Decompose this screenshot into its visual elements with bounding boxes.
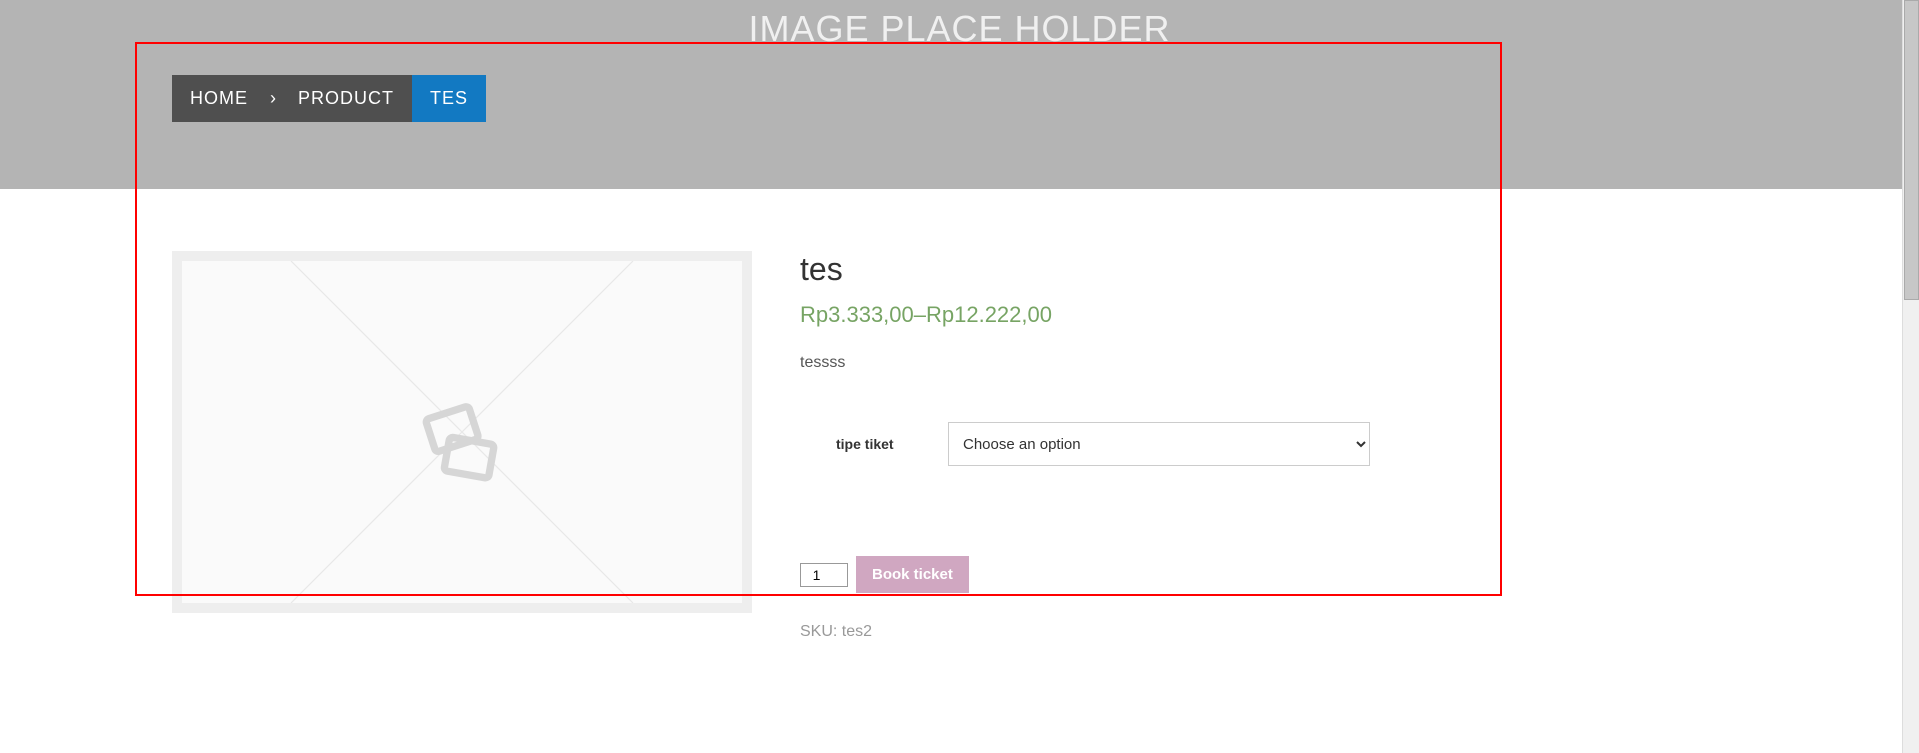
hero-banner: IMAGE PLACE HOLDER HOME › PRODUCT TES — [0, 0, 1919, 189]
hero-title: IMAGE PLACE HOLDER — [0, 0, 1919, 50]
product-image-column — [172, 251, 752, 753]
product-image-placeholder[interactable] — [172, 251, 752, 613]
quantity-stepper[interactable] — [800, 563, 848, 587]
chevron-right-icon: › — [266, 75, 280, 122]
breadcrumb-product[interactable]: PRODUCT — [280, 75, 412, 122]
book-ticket-button[interactable]: Book ticket — [856, 556, 969, 593]
placeholder-icon — [182, 261, 742, 603]
variation-row: tipe tiket Choose an option — [800, 422, 1370, 466]
breadcrumb-current: TES — [412, 75, 486, 122]
product-details: tes Rp3.333,00–Rp12.222,00 tessss tipe t… — [800, 251, 1370, 753]
scrollbar-thumb[interactable] — [1904, 0, 1919, 300]
variation-select[interactable]: Choose an option — [948, 422, 1370, 466]
product-content: tes Rp3.333,00–Rp12.222,00 tessss tipe t… — [0, 189, 1919, 753]
sku-text: SKU: tes2 — [800, 623, 1370, 641]
variation-label: tipe tiket — [800, 436, 948, 452]
add-to-cart-row: Book ticket — [800, 556, 1370, 593]
product-price: Rp3.333,00–Rp12.222,00 — [800, 302, 1370, 328]
product-description: tessss — [800, 354, 1370, 372]
breadcrumb-home[interactable]: HOME — [172, 75, 266, 122]
breadcrumb: HOME › PRODUCT TES — [172, 75, 486, 122]
product-title: tes — [800, 251, 1370, 288]
scrollbar-track[interactable] — [1902, 0, 1919, 753]
